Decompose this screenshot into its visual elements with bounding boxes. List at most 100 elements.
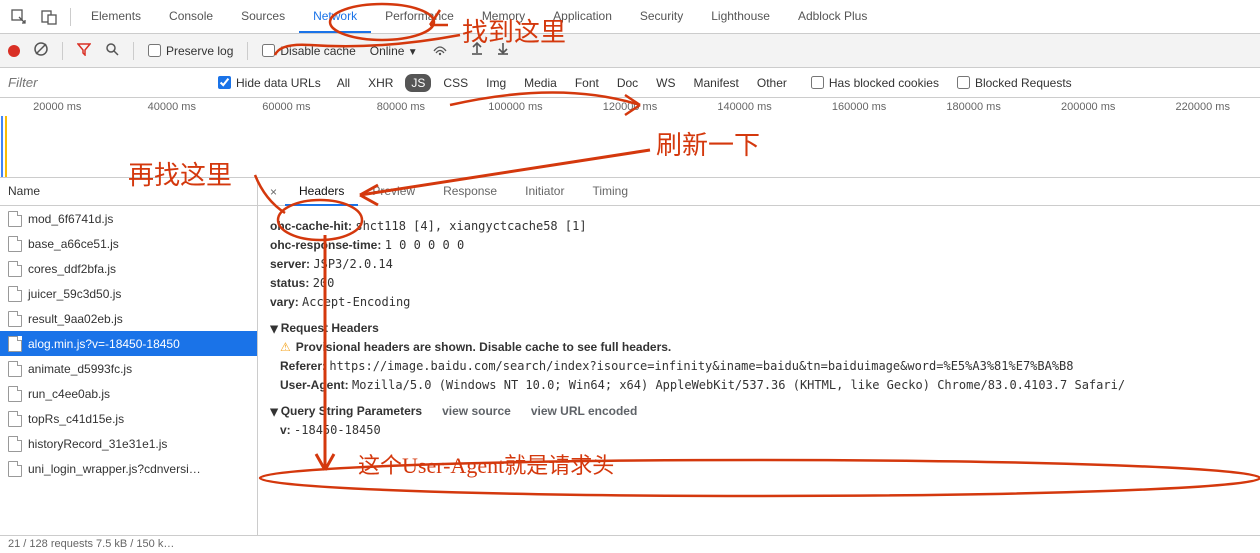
search-icon[interactable] <box>105 42 119 59</box>
request-item-name: juicer_59c3d50.js <box>28 287 121 301</box>
subtab-preview[interactable]: Preview <box>358 178 429 206</box>
hide-data-urls-checkbox[interactable]: Hide data URLs <box>218 76 321 90</box>
file-icon <box>8 211 22 227</box>
tab-lighthouse[interactable]: Lighthouse <box>697 1 784 33</box>
timeline-tick: 60000 ms <box>229 101 344 113</box>
request-headers-section[interactable]: ▶Request Headers <box>270 321 1248 335</box>
filter-type-manifest[interactable]: Manifest <box>688 74 745 92</box>
request-item[interactable]: mod_6f6741d.js <box>0 206 257 231</box>
tab-console[interactable]: Console <box>155 1 227 33</box>
user-agent-value: Mozilla/5.0 (Windows NT 10.0; Win64; x64… <box>352 378 1125 392</box>
import-har-icon[interactable] <box>470 41 484 60</box>
disable-cache-checkbox[interactable]: Disable cache <box>262 44 355 58</box>
timeline-tick: 200000 ms <box>1031 101 1146 113</box>
request-item-name: historyRecord_31e31e1.js <box>28 437 167 451</box>
tab-security[interactable]: Security <box>626 1 697 33</box>
file-icon <box>8 361 22 377</box>
filter-type-ws[interactable]: WS <box>650 74 681 92</box>
server-value: JSP3/2.0.14 <box>313 257 392 271</box>
timeline-tick: 120000 ms <box>573 101 688 113</box>
network-conditions-icon[interactable] <box>432 42 448 59</box>
timeline-tick: 160000 ms <box>802 101 917 113</box>
subtab-response[interactable]: Response <box>429 178 511 206</box>
request-item-name: base_a66ce51.js <box>28 237 119 251</box>
request-item-name: run_c4ee0ab.js <box>28 387 110 401</box>
timeline-tick: 140000 ms <box>687 101 802 113</box>
provisional-warning: Provisional headers are shown. Disable c… <box>296 340 671 354</box>
subtab-initiator[interactable]: Initiator <box>511 178 578 206</box>
request-item[interactable]: alog.min.js?v=-18450-18450 <box>0 331 257 356</box>
referer-label: Referer: <box>280 359 326 373</box>
filter-type-media[interactable]: Media <box>518 74 563 92</box>
file-icon <box>8 236 22 252</box>
view-url-encoded-link[interactable]: view URL encoded <box>531 404 637 418</box>
ohc-cache-hit-value: shct118 [4], xiangyctcache58 [1] <box>355 219 586 233</box>
referer-value: https://image.baidu.com/search/index?iso… <box>329 359 1073 373</box>
request-item[interactable]: historyRecord_31e31e1.js <box>0 431 257 456</box>
timeline-tick: 80000 ms <box>344 101 459 113</box>
device-toggle-icon[interactable] <box>34 2 64 32</box>
request-list-panel: Name mod_6f6741d.js base_a66ce51.js cores_… <box>0 178 258 535</box>
file-icon <box>8 386 22 402</box>
view-source-link[interactable]: view source <box>442 404 511 418</box>
filter-type-other[interactable]: Other <box>751 74 793 92</box>
tab-network[interactable]: Network <box>299 1 371 33</box>
throttling-dropdown[interactable]: Online ▼ <box>370 44 418 58</box>
filter-icon[interactable] <box>77 42 91 59</box>
tab-elements[interactable]: Elements <box>77 1 155 33</box>
file-icon <box>8 411 22 427</box>
request-item[interactable]: result_9aa02eb.js <box>0 306 257 331</box>
inspect-icon[interactable] <box>4 2 34 32</box>
status-bar: 21 / 128 requests 7.5 kB / 150 k… <box>0 535 1260 553</box>
user-agent-label: User-Agent: <box>280 378 349 392</box>
tab-memory[interactable]: Memory <box>468 1 539 33</box>
name-column-header[interactable]: Name <box>0 178 257 206</box>
request-item[interactable]: run_c4ee0ab.js <box>0 381 257 406</box>
timeline[interactable]: 20000 ms40000 ms60000 ms80000 ms100000 m… <box>0 98 1260 178</box>
file-icon <box>8 311 22 327</box>
subtab-timing[interactable]: Timing <box>578 178 642 206</box>
filter-type-doc[interactable]: Doc <box>611 74 644 92</box>
request-item-name: result_9aa02eb.js <box>28 312 123 326</box>
file-icon <box>8 461 22 477</box>
tab-adblock-plus[interactable]: Adblock Plus <box>784 1 881 33</box>
request-item-name: alog.min.js?v=-18450-18450 <box>28 337 180 351</box>
request-item[interactable]: base_a66ce51.js <box>0 231 257 256</box>
request-item-name: animate_d5993fc.js <box>28 362 132 376</box>
filter-type-js[interactable]: JS <box>405 74 431 92</box>
file-icon <box>8 261 22 277</box>
filter-type-img[interactable]: Img <box>480 74 512 92</box>
filter-type-css[interactable]: CSS <box>437 74 474 92</box>
tab-application[interactable]: Application <box>539 1 626 33</box>
request-detail-panel: × HeadersPreviewResponseInitiatorTiming … <box>258 178 1260 535</box>
ohc-response-time-value: 1 0 0 0 0 0 <box>385 238 464 252</box>
export-har-icon[interactable] <box>496 41 510 60</box>
filter-type-all[interactable]: All <box>331 74 356 92</box>
tab-sources[interactable]: Sources <box>227 1 299 33</box>
ohc-response-time-label: ohc-response-time: <box>270 238 381 252</box>
request-item[interactable]: cores_ddf2bfa.js <box>0 256 257 281</box>
preserve-log-checkbox[interactable]: Preserve log <box>148 44 233 58</box>
file-icon <box>8 436 22 452</box>
query-string-section[interactable]: ▶Query String Parameters view source vie… <box>270 404 1248 418</box>
server-label: server: <box>270 257 310 271</box>
v-value: -18450-18450 <box>294 423 381 437</box>
request-item[interactable]: animate_d5993fc.js <box>0 356 257 381</box>
filter-row: Hide data URLs All XHR JS CSS Img Media Font Do… <box>0 68 1260 98</box>
request-item[interactable]: topRs_c41d15e.js <box>0 406 257 431</box>
filter-type-font[interactable]: Font <box>569 74 605 92</box>
preserve-log-label: Preserve log <box>166 44 233 58</box>
request-item[interactable]: uni_login_wrapper.js?cdnversi… <box>0 456 257 481</box>
filter-type-xhr[interactable]: XHR <box>362 74 399 92</box>
ohc-cache-hit-label: ohc-cache-hit: <box>270 219 352 233</box>
tab-performance[interactable]: Performance <box>371 1 468 33</box>
close-icon[interactable]: × <box>262 185 285 199</box>
clear-icon[interactable] <box>34 42 48 59</box>
filter-input[interactable] <box>8 75 208 90</box>
request-item[interactable]: juicer_59c3d50.js <box>0 281 257 306</box>
blocked-requests-checkbox[interactable]: Blocked Requests <box>957 76 1072 90</box>
record-button[interactable] <box>8 45 20 57</box>
has-blocked-cookies-checkbox[interactable]: Has blocked cookies <box>811 76 939 90</box>
status-label: status: <box>270 276 309 290</box>
subtab-headers[interactable]: Headers <box>285 178 358 206</box>
